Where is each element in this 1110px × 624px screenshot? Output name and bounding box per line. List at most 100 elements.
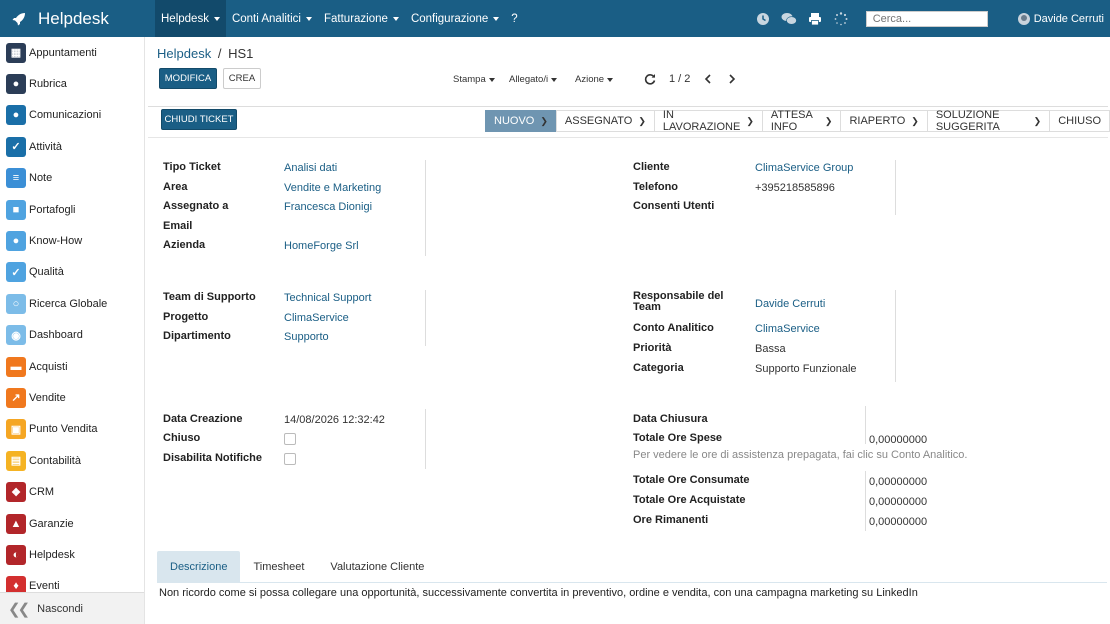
chat-icon[interactable] — [781, 11, 797, 27]
top-navbar: Helpdesk Helpdesk Conti Analitici Fattur… — [0, 0, 1110, 37]
status-step-attesa-info[interactable]: ATTESA INFO ❯ — [761, 109, 841, 133]
disable-notifications-checkbox[interactable] — [284, 453, 296, 465]
field-value[interactable]: Supporto — [284, 331, 329, 343]
print-icon[interactable] — [807, 11, 823, 27]
refresh-icon[interactable] — [644, 73, 656, 85]
status-step-chiuso[interactable]: CHIUSO — [1049, 110, 1110, 132]
status-step-in-lavorazione[interactable]: IN LAVORAZIONE ❯ — [653, 109, 762, 133]
chevron-right-icon: ❯ — [746, 115, 754, 126]
closed-checkbox[interactable] — [284, 433, 296, 445]
menu-fatturazione[interactable]: Fatturazione — [318, 0, 405, 37]
sidebar-item-rubrica[interactable]: ● Rubrica — [0, 68, 144, 99]
field-value[interactable]: ClimaService — [755, 323, 820, 335]
status-step-assegnato[interactable]: ASSEGNATO ❯ — [555, 110, 654, 132]
sidebar-item-punto-vendita[interactable]: ▣ Punto Vendita — [0, 414, 144, 445]
checkbox[interactable] — [284, 433, 296, 445]
print-dropdown[interactable]: Stampa — [453, 74, 495, 85]
field-team-lead-value[interactable]: Davide Cerruti — [755, 298, 825, 310]
field-label: Categoria — [633, 362, 684, 374]
create-button[interactable]: CREA — [223, 68, 261, 89]
field-value[interactable]: Analisi dati — [284, 162, 337, 174]
field-ticket-type-value[interactable]: Analisi dati — [284, 162, 337, 174]
action-dropdown[interactable]: Azione — [575, 74, 614, 85]
field-analytic-account-value[interactable]: ClimaService — [755, 323, 820, 335]
field-label: Conto Analitico — [633, 322, 714, 334]
field-project-value[interactable]: ClimaService — [284, 312, 349, 324]
field-value: 0,00000000 — [869, 476, 928, 488]
sidebar-item-vendite[interactable]: ↗ Vendite — [0, 382, 144, 413]
menu-helpdesk[interactable]: Helpdesk — [155, 0, 226, 37]
field-label: Data Chiusura — [633, 413, 708, 425]
field-value[interactable]: ClimaService — [284, 312, 349, 324]
field-value: 14/08/2026 12:32:42 — [284, 414, 385, 426]
sidebar-item-crm[interactable]: ❖ CRM — [0, 476, 144, 507]
breadcrumb-parent[interactable]: Helpdesk — [157, 46, 211, 61]
field-area: Area — [163, 181, 187, 193]
field-customer-value[interactable]: ClimaService Group — [755, 162, 853, 174]
close-ticket-button[interactable]: CHIUDI TICKET — [161, 109, 237, 130]
divider — [425, 290, 426, 346]
chevron-down-icon — [392, 16, 399, 21]
sidebar-item-note[interactable]: ≡ Note — [0, 163, 144, 194]
edit-button[interactable]: MODIFICA — [159, 68, 217, 89]
field-company-value[interactable]: HomeForge Srl — [284, 240, 359, 252]
brand[interactable]: Helpdesk — [0, 0, 155, 37]
menu-help[interactable]: ? — [505, 0, 523, 37]
field-support-team-value[interactable]: Technical Support — [284, 292, 371, 304]
next-icon[interactable] — [728, 74, 736, 84]
sidebar-item-appuntamenti[interactable]: ▦ Appuntamenti — [0, 37, 144, 68]
previous-icon[interactable] — [704, 74, 712, 84]
user-menu[interactable]: Davide Cerruti — [1017, 12, 1104, 25]
field-hours-remaining-value: 0,00000000 — [869, 516, 927, 528]
sidebar-item-comunicazioni[interactable]: ● Comunicazioni — [0, 100, 144, 131]
sidebar-item-contabilit-[interactable]: ▤ Contabilità — [0, 445, 144, 476]
sidebar-item-qualit-[interactable]: ✓ Qualità — [0, 257, 144, 288]
status-step-label: ATTESA INFO — [770, 109, 813, 133]
field-value[interactable]: HomeForge Srl — [284, 240, 359, 252]
checkbox[interactable] — [284, 453, 296, 465]
clock-icon[interactable] — [755, 11, 771, 27]
sidebar-item-label: Qualità — [29, 266, 64, 279]
field-value[interactable]: Francesca Dionigi — [284, 201, 372, 213]
tab-timesheet[interactable]: Timesheet — [240, 551, 317, 582]
field-value[interactable]: Davide Cerruti — [755, 298, 825, 310]
search-input[interactable] — [865, 10, 988, 27]
hide-sidebar-button[interactable]: ❮❮ Nascondi — [0, 592, 144, 624]
quality-icon: ✓ — [6, 262, 26, 283]
status-step-soluzione-suggerita[interactable]: SOLUZIONE SUGGERITA ❯ — [926, 109, 1050, 133]
attachments-label: Allegato/i — [509, 74, 549, 85]
sidebar-item-dashboard[interactable]: ◉ Dashboard — [0, 320, 144, 351]
sidebar-item-acquisti[interactable]: ▬ Acquisti — [0, 351, 144, 382]
tab-valutazione-cliente[interactable]: Valutazione Cliente — [317, 551, 437, 582]
field-assigned-value[interactable]: Francesca Dionigi — [284, 201, 372, 213]
tab-descrizione[interactable]: Descrizione — [157, 551, 241, 582]
field-area-value[interactable]: Vendite e Marketing — [284, 182, 381, 194]
sidebar-item-portafogli[interactable]: ■ Portafogli — [0, 194, 144, 225]
field-closed: Chiuso — [163, 432, 200, 444]
menu-configurazione[interactable]: Configurazione — [405, 0, 505, 37]
divider — [865, 406, 866, 444]
field-value: 0,00000000 — [869, 516, 928, 528]
sidebar-item-garanzie[interactable]: ▲ Garanzie — [0, 508, 144, 539]
menu-conti-analitici[interactable]: Conti Analitici — [226, 0, 318, 37]
sidebar-item-helpdesk[interactable]: ◐ Helpdesk — [0, 539, 144, 570]
field-value[interactable]: ClimaService Group — [755, 162, 853, 174]
field-department-value[interactable]: Supporto — [284, 331, 329, 343]
sidebar-item-label: Comunicazioni — [29, 109, 102, 122]
field-disable-notifications: Disabilita Notifiche — [163, 452, 262, 464]
field-value[interactable]: Technical Support — [284, 292, 371, 304]
sidebar-item-know-how[interactable]: ● Know-How — [0, 225, 144, 256]
chevron-down-icon — [213, 16, 220, 21]
status-step-nuovo[interactable]: NUOVO ❯ — [485, 110, 556, 132]
status-step-riaperto[interactable]: RIAPERTO ❯ — [840, 110, 927, 132]
field-value[interactable]: Vendite e Marketing — [284, 182, 381, 194]
divider — [425, 409, 426, 469]
sidebar-item-attivit-[interactable]: ✓ Attività — [0, 131, 144, 162]
field-hours-remaining: Ore Rimanenti — [633, 514, 708, 526]
field-team-lead: Responsabile del Team — [633, 291, 733, 313]
divider — [148, 106, 1108, 107]
attachments-dropdown[interactable]: Allegato/i — [509, 74, 558, 85]
main-menu: Helpdesk Conti Analitici Fatturazione Co… — [155, 0, 524, 37]
main-content: Helpdesk / HS1 MODIFICA CREA Stampa Alle… — [146, 37, 1110, 624]
sidebar-item-ricerca-globale[interactable]: ○ Ricerca Globale — [0, 288, 144, 319]
